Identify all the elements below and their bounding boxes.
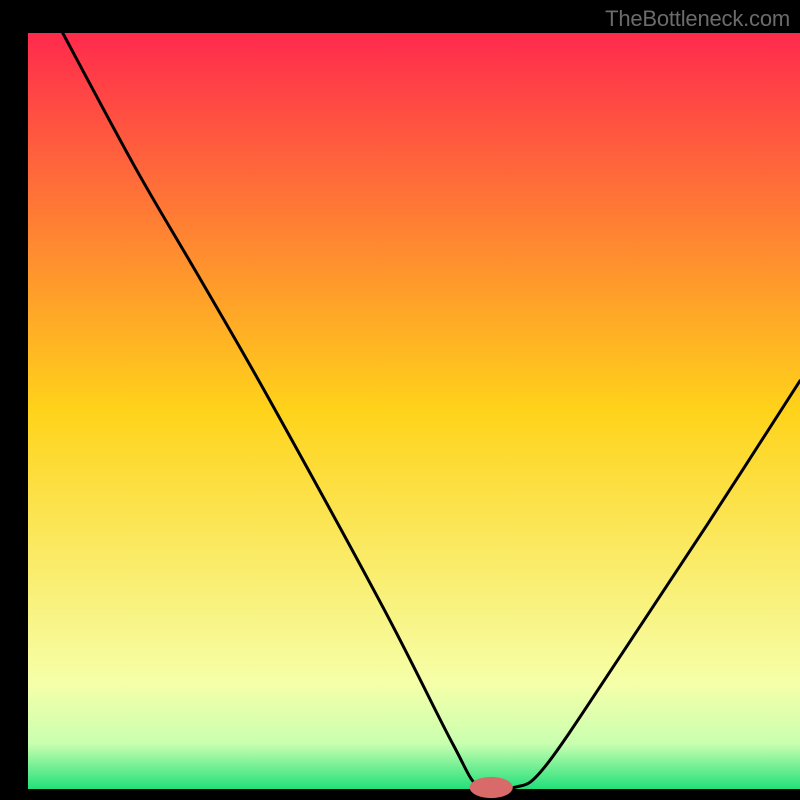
chart-background xyxy=(28,33,800,789)
chart-svg xyxy=(0,0,800,800)
optimal-marker xyxy=(470,777,513,798)
chart-frame: TheBottleneck.com xyxy=(0,0,800,800)
watermark-text: TheBottleneck.com xyxy=(605,6,790,32)
